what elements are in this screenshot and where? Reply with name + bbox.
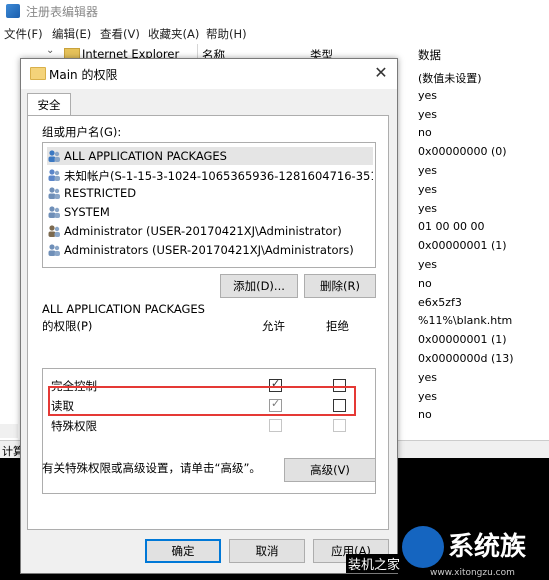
- permission-name: 特殊权限: [51, 419, 97, 433]
- user-name: SYSTEM: [64, 205, 110, 220]
- value-data-cell[interactable]: %11%\blank.htm: [418, 314, 512, 327]
- value-data-cell[interactable]: (数值未设置): [418, 70, 482, 86]
- user-name: RESTRICTED: [64, 186, 137, 201]
- allow-header: 允许: [262, 319, 285, 333]
- dialog-titlebar[interactable]: Main 的权限 ✕: [21, 59, 397, 89]
- permission-row: 特殊权限: [43, 415, 375, 435]
- column-data[interactable]: 数据: [418, 47, 441, 63]
- regedit-app-icon: [6, 4, 20, 18]
- value-data-cell[interactable]: no: [418, 277, 432, 290]
- menu-help[interactable]: 帮助(H): [206, 26, 247, 42]
- value-data-cell[interactable]: yes: [418, 202, 437, 215]
- dialog-title: Main 的权限: [49, 68, 118, 82]
- group-icon: [47, 243, 61, 257]
- permissions-for-label: ALL APPLICATION PACKAGES: [42, 302, 205, 316]
- folder-icon: [30, 67, 46, 80]
- ok-button[interactable]: 确定: [145, 539, 221, 563]
- regedit-title: 注册表编辑器: [26, 5, 99, 19]
- value-data-cell[interactable]: yes: [418, 258, 437, 271]
- user-list-item[interactable]: SYSTEM: [47, 203, 373, 221]
- value-data-cell[interactable]: yes: [418, 371, 437, 384]
- advanced-note: 有关特殊权限或高级设置，请单击“高级”。: [42, 461, 261, 475]
- group-icon: [47, 205, 61, 219]
- tab-security[interactable]: 安全: [27, 93, 71, 116]
- regedit-menubar: 文件(F) 编辑(E) 查看(V) 收藏夹(A) 帮助(H): [0, 24, 549, 44]
- user-list-item[interactable]: RESTRICTED: [47, 184, 373, 202]
- user-list-item[interactable]: ALL APPLICATION PACKAGES: [47, 147, 373, 165]
- cancel-button[interactable]: 取消: [229, 539, 305, 563]
- watermark-text: 装机之家: [346, 554, 403, 573]
- permission-allow-checkbox: [269, 419, 282, 432]
- remove-button[interactable]: 删除(R): [304, 274, 376, 298]
- user-name: Administrators (USER-20170421XJ\Administ…: [64, 242, 354, 257]
- value-data-cell[interactable]: yes: [418, 89, 437, 102]
- value-data-cell[interactable]: 0x00000000 (0): [418, 145, 507, 158]
- permissions-label: 的权限(P): [42, 319, 93, 333]
- user-icon: [47, 224, 61, 238]
- group-users-label: 组或用户名(G):: [42, 125, 122, 139]
- menu-favorites[interactable]: 收藏夹(A): [148, 26, 199, 42]
- watermark-brand: 系统族: [448, 532, 527, 562]
- tree-scrollbar[interactable]: [0, 424, 18, 438]
- value-data-cell[interactable]: 0x00000001 (1): [418, 333, 507, 346]
- menu-edit[interactable]: 编辑(E): [52, 26, 91, 42]
- group-icon: [47, 186, 61, 200]
- user-list[interactable]: ALL APPLICATION PACKAGES 未知帐户(S-1-15-3-10…: [42, 142, 376, 268]
- value-data-cell[interactable]: yes: [418, 164, 437, 177]
- value-data-cell[interactable]: yes: [418, 183, 437, 196]
- advanced-button[interactable]: 高级(V): [284, 458, 376, 482]
- value-data-cell[interactable]: no: [418, 126, 432, 139]
- deny-header: 拒绝: [326, 319, 349, 333]
- value-data-cell[interactable]: yes: [418, 108, 437, 121]
- value-data-cell[interactable]: 01 00 00 00: [418, 220, 484, 233]
- value-data-cell[interactable]: no: [418, 408, 432, 421]
- value-data-cell[interactable]: yes: [418, 390, 437, 403]
- unknown-account-icon: [47, 168, 61, 182]
- windows-logo-icon: [402, 526, 444, 568]
- menu-file[interactable]: 文件(F): [4, 26, 43, 42]
- permission-deny-checkbox: [333, 419, 346, 432]
- menu-view[interactable]: 查看(V): [100, 26, 140, 42]
- user-name: 未知帐户(S-1-15-3-1024-1065365936-1281604716…: [64, 168, 373, 183]
- close-icon[interactable]: ✕: [369, 62, 393, 84]
- regedit-titlebar: 注册表编辑器: [0, 0, 549, 22]
- value-data-cell[interactable]: e6x5zf3: [418, 296, 462, 309]
- permissions-dialog: Main 的权限 ✕ 安全 组或用户名(G): ALL APPLICATION …: [20, 58, 398, 574]
- user-name: ALL APPLICATION PACKAGES: [64, 149, 227, 163]
- user-list-item[interactable]: Administrator (USER-20170421XJ\Administr…: [47, 222, 373, 240]
- user-list-item[interactable]: 未知帐户(S-1-15-3-1024-1065365936-1281604716…: [47, 166, 373, 184]
- value-data-cell[interactable]: 0x0000000d (13): [418, 352, 514, 365]
- value-data-cell[interactable]: 0x00000001 (1): [418, 239, 507, 252]
- watermark-url: www.xitongzu.com: [430, 568, 515, 578]
- user-list-item[interactable]: Administrators (USER-20170421XJ\Administ…: [47, 241, 373, 259]
- security-tab-panel: 组或用户名(G): ALL APPLICATION PACKAGES 未知帐户(S…: [27, 115, 389, 530]
- watermark: 装机之家 系统族 www.xitongzu.com: [338, 516, 549, 580]
- full-control-highlight: [48, 386, 356, 416]
- add-button[interactable]: 添加(D)...: [220, 274, 298, 298]
- app-packages-icon: [47, 149, 61, 163]
- chevron-down-icon[interactable]: ⌄: [46, 45, 54, 56]
- user-name: Administrator (USER-20170421XJ\Administr…: [64, 223, 342, 238]
